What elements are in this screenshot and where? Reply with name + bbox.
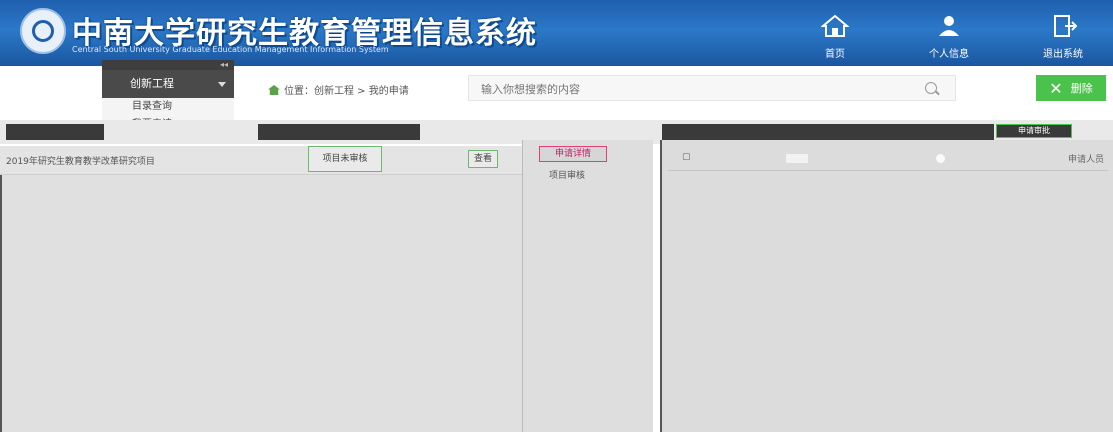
home-icon [820,14,850,37]
search-input[interactable] [469,76,903,102]
redacted-block [786,154,808,163]
tab-approval[interactable]: 申请审批 [996,124,1072,138]
delete-button[interactable]: ✕ 删除 [1036,75,1106,101]
app-header: 中南大学研究生教育管理信息系统 Central South University… [0,0,1113,66]
table-header-cell [6,124,104,140]
left-content-area [0,175,522,432]
tab-application-detail[interactable]: 申请详情 [539,146,607,162]
nav-home[interactable]: 首页 [792,0,878,66]
delete-button-label: 删除 [1070,81,1093,95]
right-content-area: ▢ 申请人员 [660,140,1113,432]
sidebar-collapse-button[interactable]: ◂◂ [102,60,234,70]
project-name: 2019年研究生教育教学改革研究项目 [6,157,155,167]
nav-logout-label: 退出系统 [1043,49,1083,60]
table-header-cell [258,124,420,140]
nav-profile-label: 个人信息 [929,49,969,60]
exit-icon [1054,15,1078,37]
applicant-cell: 申请人员 [1068,155,1105,165]
home-icon [268,85,280,95]
close-icon: ✕ [1049,78,1063,98]
tab-project-review[interactable]: 项目审核 [549,168,653,181]
detail-tabs-panel: 申请详情 项目审核 [522,140,653,432]
person-icon [939,16,959,36]
status-dot-icon [936,154,945,163]
breadcrumb-text: 位置：创新工程 > 我的申请 [284,86,409,97]
checkbox-icon[interactable]: ▢ [682,152,691,162]
breadcrumb: 位置：创新工程 > 我的申请 [268,82,409,97]
nav-logout[interactable]: 退出系统 [1020,0,1106,66]
nav-home-label: 首页 [825,49,845,60]
university-logo [20,8,66,54]
nav-profile[interactable]: 个人信息 [906,0,992,66]
list-item[interactable]: ▢ 申请人员 [668,148,1108,171]
search-box [468,75,956,102]
table-header-cell [662,124,994,140]
status-badge: 项目未审核 [308,146,382,172]
table-row[interactable]: 2019年研究生教育教学改革研究项目 项目未审核 查看 [0,146,522,175]
sidebar-group-label: 创新工程 [130,77,174,90]
view-button[interactable]: 查看 [468,150,498,168]
sidebar-group-innovation[interactable]: 创新工程 [102,70,234,98]
sidebar-item-catalog[interactable]: 目录查询 [102,98,234,116]
caret-down-icon [218,82,226,87]
system-subtitle: Central South University Graduate Educat… [72,45,389,54]
search-icon[interactable] [925,82,937,94]
